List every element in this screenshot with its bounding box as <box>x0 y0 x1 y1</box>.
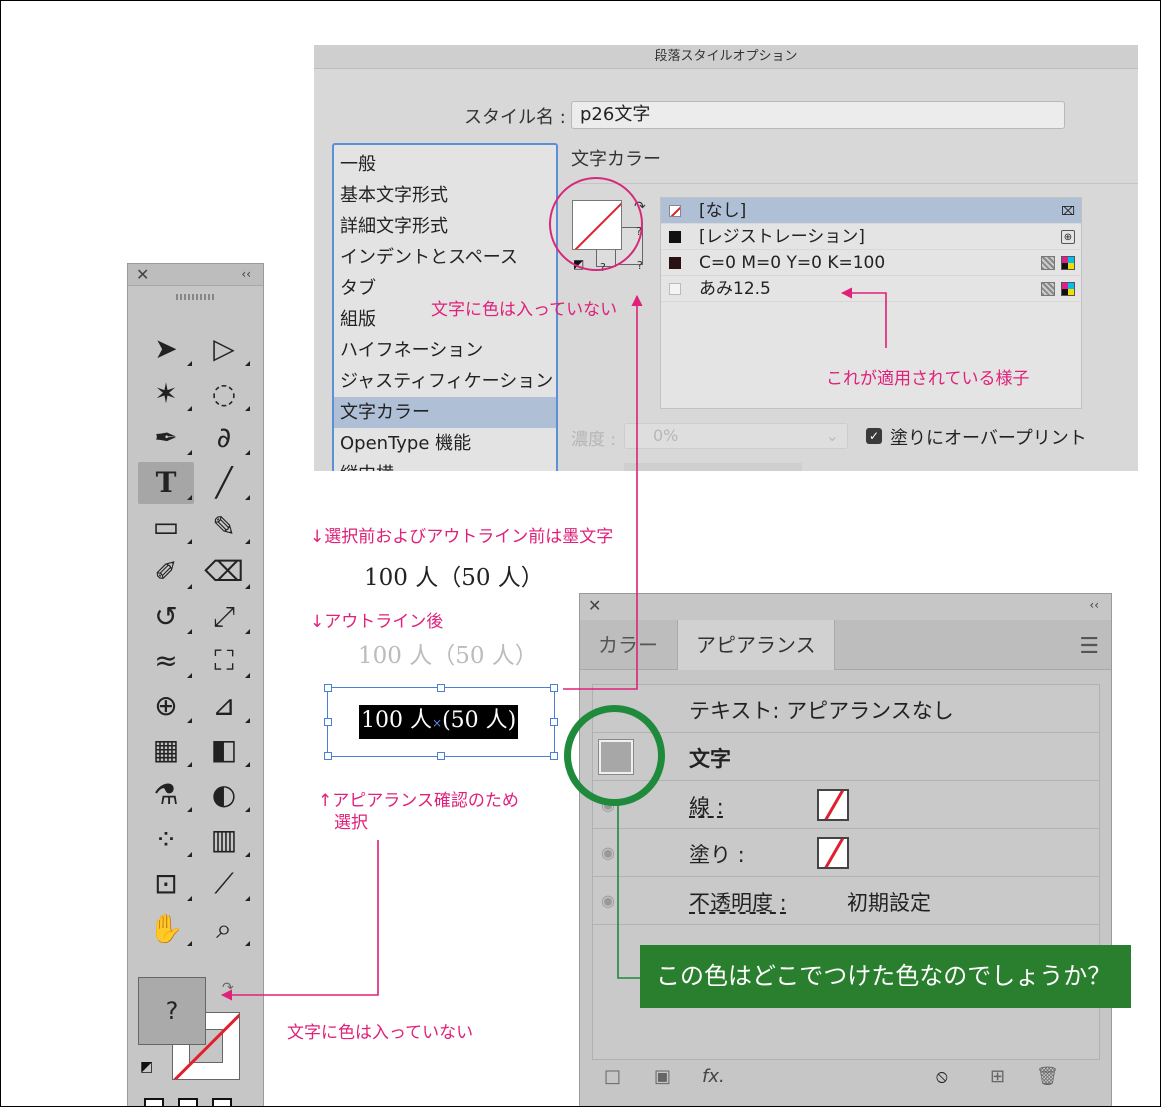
connector-applied <box>840 287 887 348</box>
annotation-connectors <box>220 287 887 1001</box>
connector-green <box>617 803 640 979</box>
connector-select-to-tools <box>220 840 379 1001</box>
fill-swatch[interactable]: ? <box>138 977 206 1045</box>
connector-appearance-to-dialog <box>563 294 643 690</box>
